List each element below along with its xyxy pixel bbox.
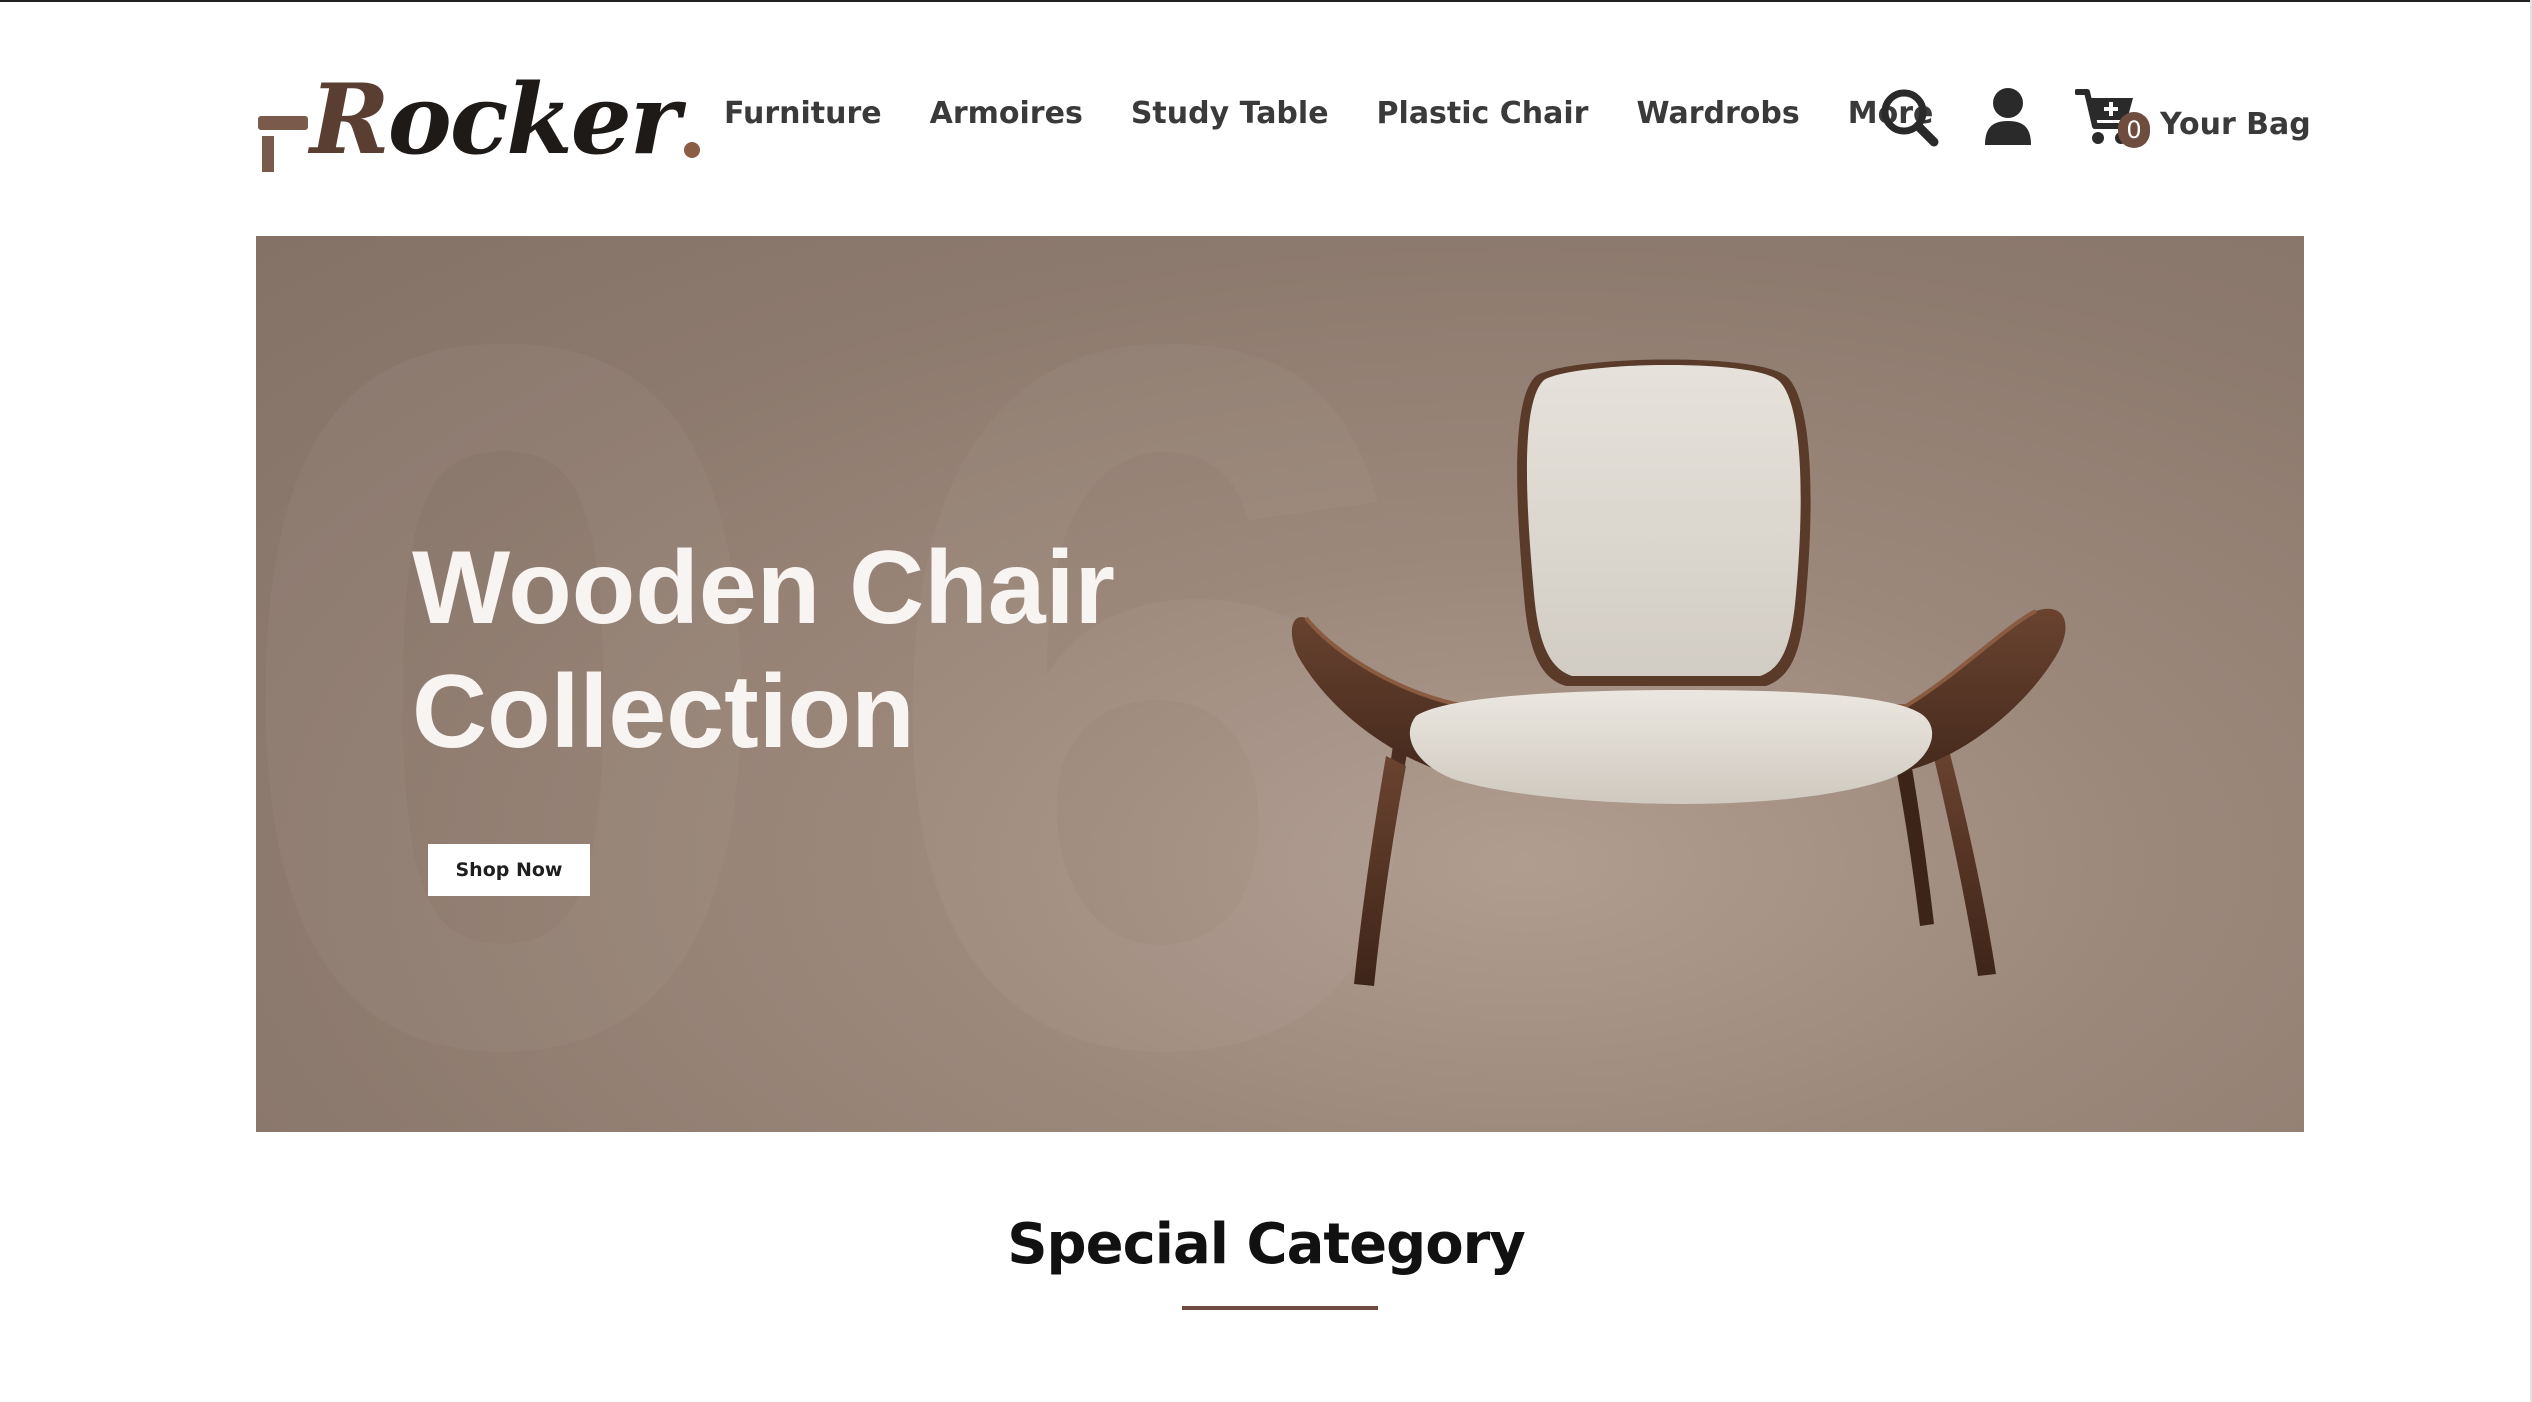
user-icon <box>1985 88 2031 145</box>
site-header: Rocker Furniture Armoires Study Table Pl… <box>0 0 2532 236</box>
cart-count-badge: 0 <box>2118 112 2150 148</box>
hero-banner: 0 6 Wooden Chair Collection Shop Now <box>256 236 2304 1132</box>
nav-item-plastic-chair[interactable]: Plastic Chair <box>1377 96 1589 131</box>
nav-item-armoires[interactable]: Armoires <box>930 96 1083 131</box>
your-bag-link[interactable]: Your Bag <box>2160 93 2311 142</box>
logo-mark <box>256 76 310 172</box>
search-button[interactable] <box>1876 84 1942 150</box>
logo-text: Rocker <box>310 63 680 176</box>
search-icon <box>1881 89 1939 147</box>
nav-item-study-table[interactable]: Study Table <box>1131 96 1329 131</box>
hero-chair-image <box>1291 359 2066 986</box>
logo-dot <box>684 142 701 158</box>
nav-item-furniture[interactable]: Furniture <box>724 96 882 131</box>
header-actions: 0 Your Bag <box>1876 84 2311 150</box>
section-title-underline <box>1182 1306 1378 1310</box>
brand-logo[interactable]: Rocker <box>256 62 701 176</box>
cart-button[interactable]: 0 <box>2074 84 2150 150</box>
account-button[interactable] <box>1978 84 2038 150</box>
nav-item-wardrobs[interactable]: Wardrobs <box>1636 96 1799 131</box>
hero-title: Wooden Chair Collection <box>412 526 1172 774</box>
main-nav: Furniture Armoires Study Table Plastic C… <box>724 96 1933 131</box>
shop-now-button[interactable]: Shop Now <box>428 844 590 896</box>
hero-title-line-1: Wooden Chair <box>412 530 1115 646</box>
section-title: Special Category <box>1007 1212 1526 1277</box>
hero-title-line-2: Collection <box>412 654 915 770</box>
